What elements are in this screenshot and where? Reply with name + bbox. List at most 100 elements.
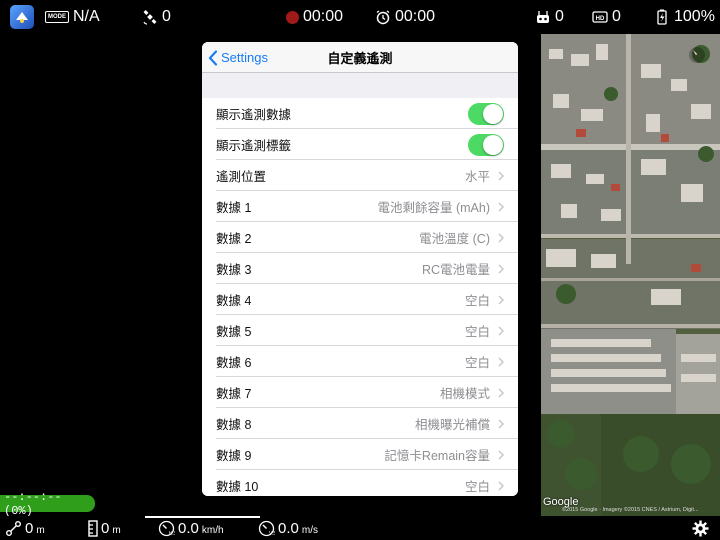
flight-mode-value: N/A bbox=[73, 8, 100, 25]
battery-icon bbox=[657, 9, 667, 25]
settings-row[interactable]: 數據 9 記憶卡Remain容量 bbox=[202, 439, 518, 470]
horizontal-speed-value: 0.0 bbox=[178, 519, 199, 537]
alarm-clock-icon bbox=[376, 10, 390, 25]
record-time: 00:00 bbox=[303, 8, 344, 25]
vertical-speed-value: 0.0 bbox=[278, 519, 299, 537]
altitude-icon bbox=[88, 519, 98, 537]
record-time-indicator: 00:00 bbox=[286, 0, 343, 34]
settings-row-label: 數據 10 bbox=[216, 480, 259, 494]
custom-telemetry-panel: Settings 自定義遙測 顯示遙測數據顯示遙測標籤 遙測位置 水平數據 1 電池剩… bbox=[202, 42, 518, 496]
altitude-unit: m bbox=[112, 524, 121, 536]
settings-row-value: 空白 bbox=[464, 480, 490, 494]
battery-time-pill: --:--:-- (0%) bbox=[0, 490, 95, 518]
chevron-right-icon bbox=[498, 449, 504, 460]
settings-row-label: 數據 2 bbox=[216, 232, 252, 246]
toggle-switch[interactable] bbox=[468, 133, 504, 156]
hd-signal-indicator[interactable]: HD 0 bbox=[592, 0, 621, 34]
settings-row-value: 相機曝光補償 bbox=[414, 418, 490, 432]
gear-icon bbox=[692, 520, 709, 536]
chevron-right-icon bbox=[498, 263, 504, 274]
settings-row-value: 相機模式 bbox=[439, 387, 490, 401]
settings-row-value: 電池剩餘容量 (mAh) bbox=[377, 201, 490, 215]
mode-badge: MODE bbox=[45, 11, 69, 23]
altitude-telemetry: 0 m bbox=[88, 516, 121, 540]
settings-row-label: 數據 9 bbox=[216, 449, 252, 463]
back-button-label: Settings bbox=[221, 50, 268, 65]
timer-value: 00:00 bbox=[395, 8, 436, 25]
satellite-count: 0 bbox=[162, 8, 171, 25]
settings-row[interactable]: 數據 5 空白 bbox=[202, 315, 518, 346]
top-status-bar: MODE N/A 0 00:00 00:00 0 HD 0 100% bbox=[0, 0, 720, 34]
settings-row[interactable]: 數據 3 RC電池電量 bbox=[202, 253, 518, 284]
svg-text:V.S: V.S bbox=[269, 531, 275, 537]
back-button[interactable]: Settings bbox=[208, 42, 268, 73]
horizontal-speed-telemetry: H.S 0.0 km/h bbox=[158, 516, 224, 540]
app-root: MODE N/A 0 00:00 00:00 0 HD 0 100% Googl… bbox=[0, 0, 720, 540]
svg-text:H.S: H.S bbox=[169, 531, 175, 537]
settings-row-label: 數據 7 bbox=[216, 387, 252, 401]
altitude-value: 0 bbox=[101, 519, 110, 537]
panel-nav-bar: Settings 自定義遙測 bbox=[202, 42, 518, 73]
chevron-right-icon bbox=[498, 201, 504, 212]
speedometer-v-icon: V.S bbox=[258, 520, 275, 537]
settings-row[interactable]: 數據 10 空白 bbox=[202, 470, 518, 496]
settings-row-label: 顯示遙測標籤 bbox=[216, 139, 292, 153]
settings-row[interactable]: 顯示遙測數據 bbox=[202, 98, 518, 129]
settings-row-value: 空白 bbox=[464, 294, 490, 308]
distance-unit: m bbox=[36, 524, 45, 536]
distance-telemetry: 0 m bbox=[5, 516, 45, 540]
vertical-speed-unit: m/s bbox=[301, 524, 318, 536]
settings-row[interactable]: 顯示遙測標籤 bbox=[202, 129, 518, 160]
settings-row[interactable]: 數據 2 電池溫度 (C) bbox=[202, 222, 518, 253]
timer-indicator: 00:00 bbox=[375, 0, 435, 34]
settings-row-value: 水平 bbox=[464, 170, 490, 184]
settings-row[interactable]: 數據 8 相機曝光補償 bbox=[202, 408, 518, 439]
settings-row[interactable]: 數據 6 空白 bbox=[202, 346, 518, 377]
chevron-right-icon bbox=[498, 170, 504, 181]
satellite-map[interactable] bbox=[541, 34, 720, 516]
svg-text:HD: HD bbox=[596, 16, 605, 22]
speedometer-h-icon: H.S bbox=[158, 520, 175, 537]
record-dot-icon bbox=[286, 10, 299, 24]
settings-row[interactable]: 數據 4 空白 bbox=[202, 284, 518, 315]
satellite-icon bbox=[143, 10, 157, 25]
app-logo-icon[interactable] bbox=[10, 5, 34, 29]
settings-row-label: 數據 1 bbox=[216, 201, 252, 215]
compass-icon[interactable] bbox=[688, 46, 706, 64]
chevron-right-icon bbox=[498, 418, 504, 429]
settings-row-label: 數據 4 bbox=[216, 294, 252, 308]
chevron-right-icon bbox=[498, 294, 504, 305]
settings-row[interactable]: 數據 7 相機模式 bbox=[202, 377, 518, 408]
battery-indicator[interactable]: 100% bbox=[654, 0, 715, 34]
settings-row-value: 空白 bbox=[464, 325, 490, 339]
settings-row-label: 數據 8 bbox=[216, 418, 252, 432]
settings-row-value: RC電池電量 bbox=[421, 263, 490, 277]
satellite-indicator[interactable]: 0 bbox=[142, 0, 171, 34]
rc-signal-indicator[interactable]: 0 bbox=[535, 0, 564, 34]
settings-row-value: 空白 bbox=[464, 356, 490, 370]
settings-row-label: 數據 3 bbox=[216, 263, 252, 277]
toggle-knob bbox=[483, 103, 503, 124]
panel-title: 自定義遙測 bbox=[327, 50, 393, 66]
settings-row-value: 記憶卡Remain容量 bbox=[384, 449, 490, 463]
bottom-telemetry-bar: 0 m 0 m H.S 0.0 km/h V.S 0.0 m/s bbox=[0, 516, 720, 540]
battery-value: 100% bbox=[674, 8, 715, 25]
remote-controller-icon bbox=[537, 11, 549, 23]
chevron-right-icon bbox=[498, 480, 504, 491]
hd-video-icon: HD bbox=[592, 11, 608, 23]
settings-row-label: 數據 6 bbox=[216, 356, 252, 370]
chevron-right-icon bbox=[498, 356, 504, 367]
distance-value: 0 bbox=[25, 519, 34, 537]
horizontal-speed-unit: km/h bbox=[201, 524, 224, 536]
settings-row[interactable]: 遙測位置 水平 bbox=[202, 160, 518, 191]
hd-signal-value: 0 bbox=[612, 8, 621, 25]
rc-signal-value: 0 bbox=[555, 8, 564, 25]
settings-row-label: 遙測位置 bbox=[216, 170, 267, 184]
toggle-switch[interactable] bbox=[468, 102, 504, 125]
chevron-right-icon bbox=[498, 325, 504, 336]
settings-row[interactable]: 數據 1 電池剩餘容量 (mAh) bbox=[202, 191, 518, 222]
settings-row-label: 數據 5 bbox=[216, 325, 252, 339]
settings-gear-button[interactable] bbox=[692, 516, 709, 540]
flight-mode-indicator[interactable]: MODE N/A bbox=[45, 0, 100, 34]
